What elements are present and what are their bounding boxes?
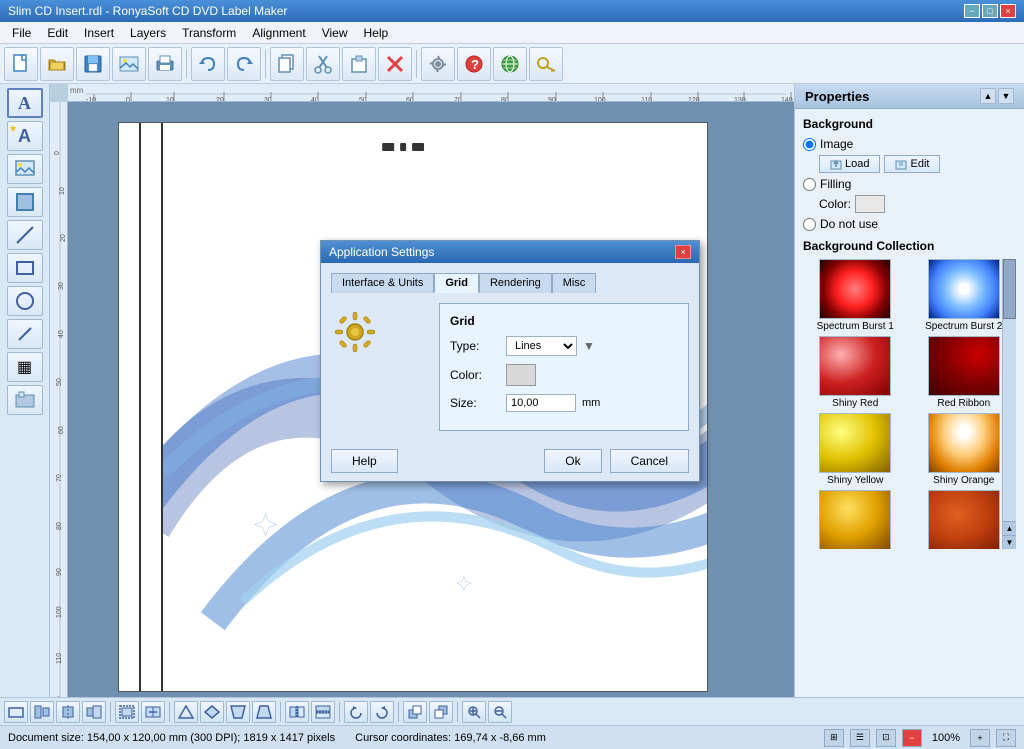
grid-size-row: Size: mm <box>450 394 678 412</box>
dialog-overlay: Application Settings × Interface & Units… <box>0 0 1024 749</box>
dialog-ok-cancel: Ok Cancel <box>544 449 689 473</box>
tab-grid[interactable]: Grid <box>434 273 479 293</box>
application-settings-dialog: Application Settings × Interface & Units… <box>320 240 700 482</box>
tab-interface-units[interactable]: Interface & Units <box>331 273 434 293</box>
grid-size-input[interactable] <box>506 394 576 412</box>
grid-type-select[interactable]: Lines Dots Crosses <box>506 336 577 356</box>
dialog-buttons: Help Ok Cancel <box>321 441 699 481</box>
dialog-titlebar: Application Settings × <box>321 241 699 263</box>
grid-color-label: Color: <box>450 368 500 382</box>
dialog-body: Grid Type: Lines Dots Crosses ▼ Color: <box>331 303 689 431</box>
dialog-gear-icon <box>331 308 379 359</box>
grid-color-row: Color: <box>450 364 678 386</box>
tab-rendering[interactable]: Rendering <box>479 273 552 293</box>
grid-settings-box: Grid Type: Lines Dots Crosses ▼ Color: <box>439 303 689 431</box>
dialog-ok-button[interactable]: Ok <box>544 449 601 473</box>
grid-color-picker[interactable] <box>506 364 536 386</box>
dialog-help-button[interactable]: Help <box>331 449 398 473</box>
dialog-cancel-button[interactable]: Cancel <box>610 449 689 473</box>
grid-type-label: Type: <box>450 339 500 353</box>
dialog-close-button[interactable]: × <box>675 245 691 259</box>
dialog-tabs: Interface & Units Grid Rendering Misc <box>331 273 689 293</box>
grid-size-label: Size: <box>450 396 500 410</box>
dialog-title: Application Settings <box>329 245 434 259</box>
grid-section-title: Grid <box>450 314 678 328</box>
grid-type-row: Type: Lines Dots Crosses ▼ <box>450 336 678 356</box>
grid-size-unit: mm <box>582 397 600 409</box>
dialog-content: Interface & Units Grid Rendering Misc <box>321 263 699 441</box>
tab-misc[interactable]: Misc <box>552 273 597 293</box>
